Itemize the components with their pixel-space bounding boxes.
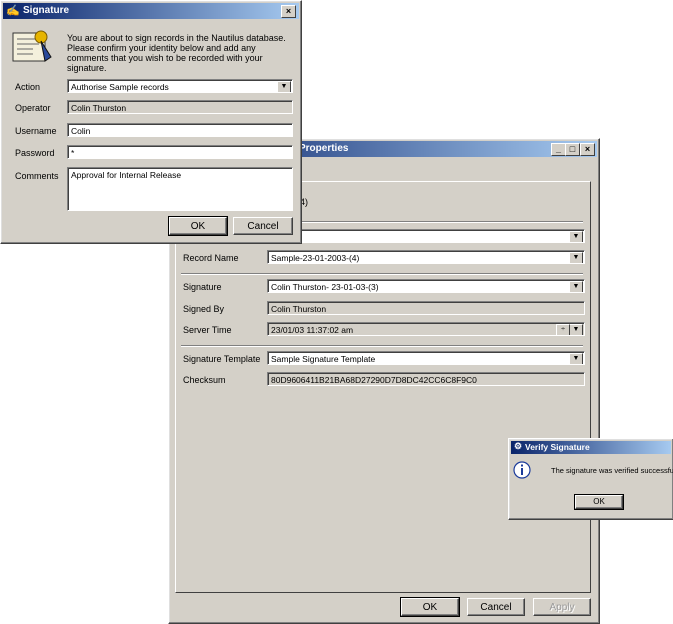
- verify-titlebar[interactable]: ⚙ Verify Signature: [511, 441, 671, 454]
- signature-template-label: Signature Template: [183, 354, 261, 364]
- record-name-label: Record Name: [183, 253, 239, 263]
- username-input[interactable]: Colin: [67, 123, 293, 137]
- properties-title: Properties: [299, 143, 349, 154]
- verify-title-icon: ⚙: [514, 441, 523, 451]
- username-label: Username: [15, 126, 57, 136]
- verify-ok-button[interactable]: OK: [574, 494, 624, 510]
- spinner-icon[interactable]: ÷: [556, 324, 570, 335]
- signature-title-icon: ✍: [6, 5, 20, 17]
- signature-template-select[interactable]: Sample Signature Template ▼: [267, 351, 585, 365]
- signed-by-field: Colin Thurston: [267, 301, 585, 315]
- divider: [181, 345, 583, 347]
- chevron-down-icon[interactable]: ▼: [569, 231, 583, 242]
- signature-label: Signature: [183, 282, 222, 292]
- verify-message: The signature was verified successfully: [551, 466, 673, 475]
- signed-by-label: Signed By: [183, 304, 225, 314]
- signature-message: You are about to sign records in the Nau…: [67, 33, 286, 73]
- signature-select[interactable]: Colin Thurston- 23-01-03-(3) ▼: [267, 279, 585, 293]
- checksum-label: Checksum: [183, 375, 226, 385]
- signature-title: Signature: [23, 5, 70, 16]
- comments-label: Comments: [15, 171, 59, 181]
- minimize-button[interactable]: _: [551, 143, 566, 156]
- certificate-icon: [11, 27, 53, 67]
- chevron-down-icon[interactable]: ▼: [569, 252, 583, 263]
- verify-dialog: ⚙ Verify Signature The signature was ver…: [508, 438, 673, 520]
- chevron-down-icon[interactable]: ▼: [569, 324, 583, 335]
- close-button[interactable]: ×: [580, 143, 595, 156]
- sig-cancel-button[interactable]: Cancel: [233, 217, 293, 235]
- apply-button: Apply: [533, 598, 591, 616]
- divider: [181, 273, 583, 275]
- top-select[interactable]: ▼: [267, 229, 585, 243]
- maximize-button[interactable]: □: [565, 143, 580, 156]
- action-label: Action: [15, 82, 41, 92]
- password-input[interactable]: *: [67, 145, 293, 159]
- server-time-label: Server Time: [183, 325, 232, 335]
- close-button[interactable]: ×: [281, 5, 296, 18]
- cancel-button[interactable]: Cancel: [467, 598, 525, 616]
- chevron-down-icon[interactable]: ▼: [277, 81, 291, 92]
- operator-field: Colin Thurston: [67, 100, 293, 114]
- sig-ok-button[interactable]: OK: [168, 216, 228, 236]
- chevron-down-icon[interactable]: ▼: [569, 281, 583, 292]
- info-icon: [513, 461, 531, 481]
- comments-textarea[interactable]: Approval for Internal Release: [67, 167, 293, 211]
- signature-dialog: ✍ Signature × You are about to sign reco…: [0, 0, 302, 244]
- signature-titlebar[interactable]: ✍ Signature ×: [3, 3, 299, 19]
- server-time-field: 23/01/03 11:37:02 am ▼ ÷: [267, 322, 585, 336]
- operator-label: Operator: [15, 103, 51, 113]
- chevron-down-icon[interactable]: ▼: [569, 353, 583, 364]
- record-name-select[interactable]: Sample-23-01-2003-(4) ▼: [267, 250, 585, 264]
- checksum-field: 80D9606411B21BA68D27290D7D8DC42CC6C8F9C0: [267, 372, 585, 386]
- verify-title: Verify Signature: [525, 442, 590, 452]
- password-label: Password: [15, 148, 55, 158]
- action-select[interactable]: Authorise Sample records ▼: [67, 79, 293, 93]
- ok-button[interactable]: OK: [400, 597, 460, 617]
